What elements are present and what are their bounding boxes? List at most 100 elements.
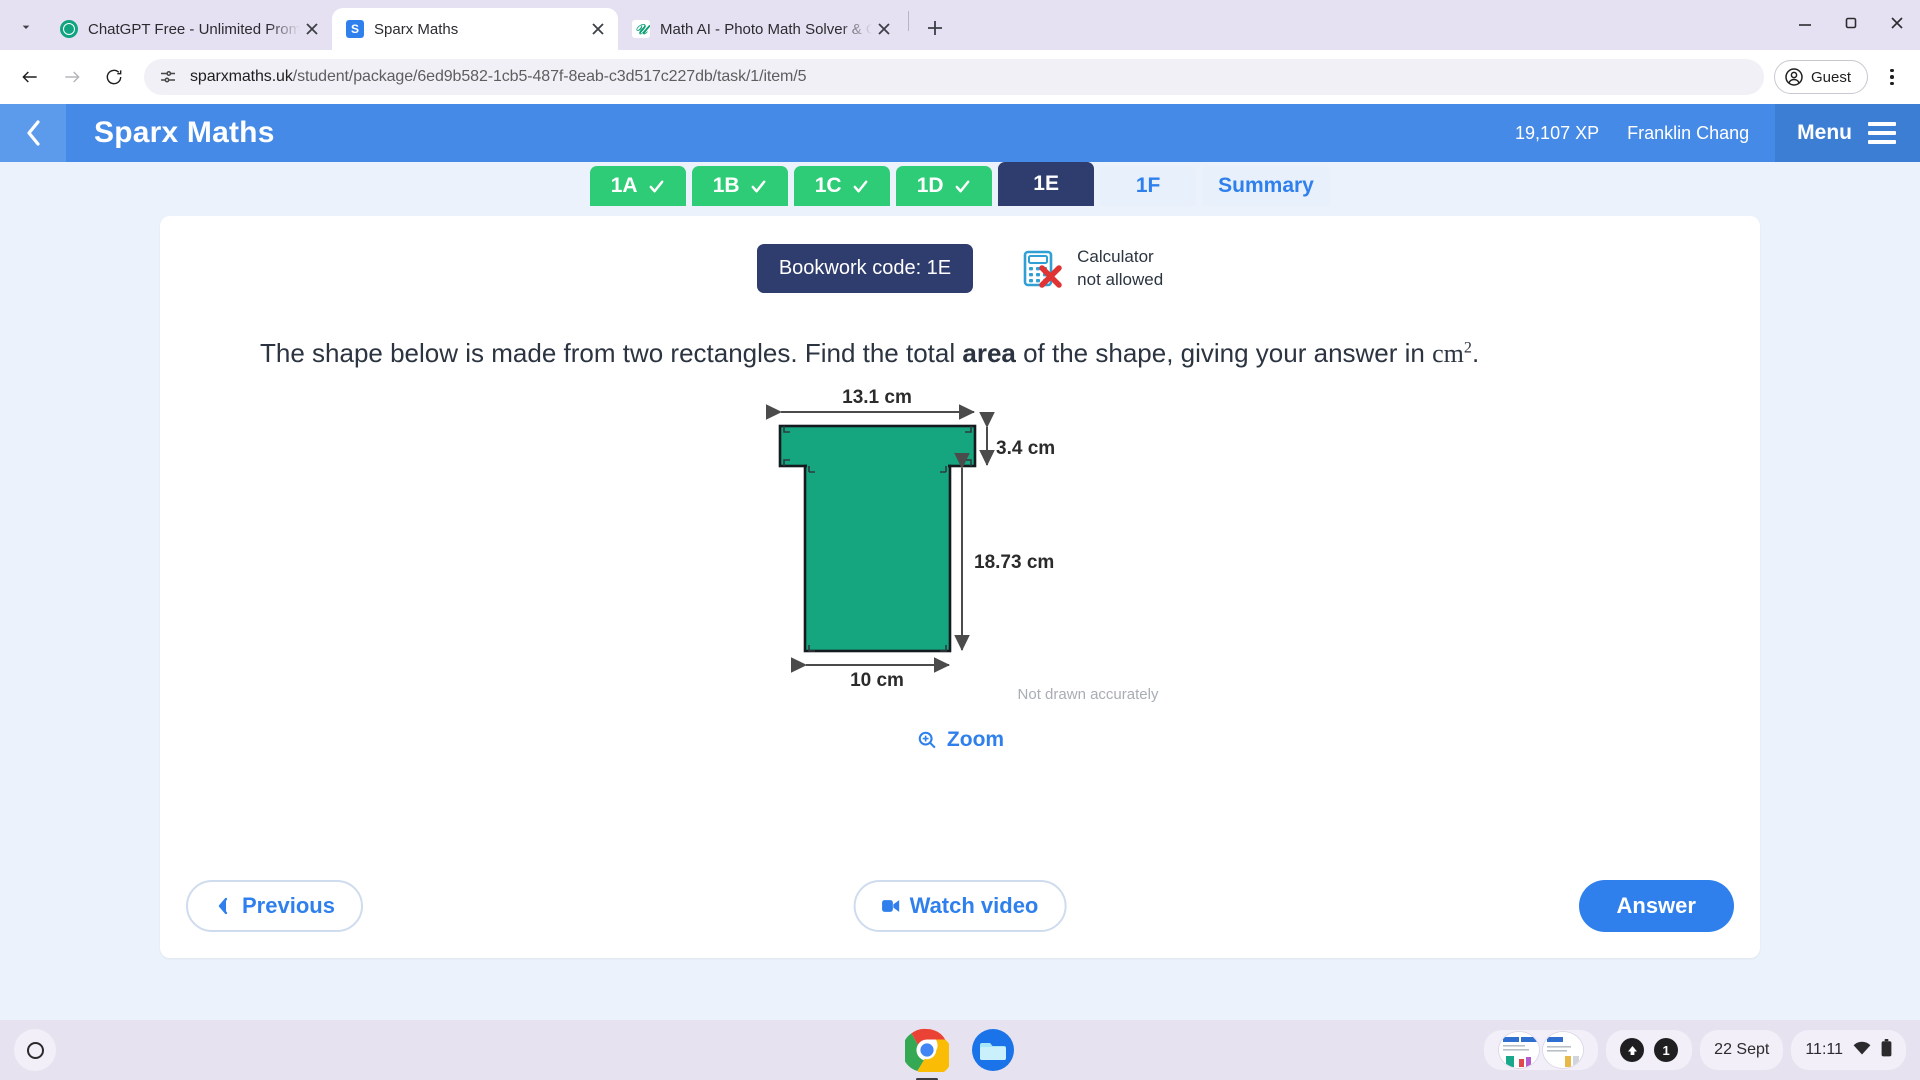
back-arrow-icon[interactable] [10, 57, 50, 97]
app-back-button[interactable] [0, 104, 66, 162]
hamburger-icon [1868, 122, 1896, 144]
tab-title: Math AI - Photo Math Solver & C [660, 20, 872, 38]
window-thumbnails[interactable] [1484, 1030, 1599, 1070]
question-text: The shape below is made from two rectang… [260, 335, 1660, 372]
task-tab-1d[interactable]: 1D [896, 166, 993, 206]
calculator-line-1: Calculator [1077, 246, 1154, 266]
zoom-button[interactable]: Zoom [916, 728, 1004, 752]
unit-exponent: 2 [1463, 339, 1472, 357]
page-title: Sparx Maths [94, 116, 275, 149]
browser-tab-math-ai[interactable]: 𝒰 Math AI - Photo Math Solver & C [618, 8, 904, 50]
url-path: /student/package/6ed9b582-1cb5-487f-8eab… [292, 68, 807, 85]
calculator-line-2: not allowed [1077, 269, 1164, 289]
chrome-icon[interactable] [902, 1028, 953, 1077]
answer-button[interactable]: Answer [1578, 880, 1734, 932]
question-text-bold: area [962, 338, 1016, 368]
calculator-note-text: Calculator not allowed [1077, 246, 1163, 292]
close-window-icon[interactable] [1874, 0, 1920, 46]
zoom-label: Zoom [946, 728, 1005, 752]
battery-icon [1881, 1038, 1892, 1062]
unit-base: cm [1432, 339, 1464, 368]
site-settings-icon[interactable] [158, 67, 178, 87]
files-icon[interactable] [971, 1028, 1015, 1072]
task-tab-label: 1E [1033, 172, 1059, 195]
minimize-icon[interactable] [1782, 0, 1828, 46]
system-tray: 1 22 Sept 11:11 [1484, 1030, 1906, 1070]
dimension-bottom-width: 10 cm [850, 670, 904, 688]
chatgpt-icon [60, 20, 78, 38]
chevron-left-icon [218, 897, 228, 915]
upload-arrow-icon[interactable] [1620, 1038, 1645, 1062]
question-text-end: . [1471, 338, 1480, 368]
bookwork-code-badge[interactable]: Bookwork code: 1E [756, 244, 974, 293]
zoom-row: Zoom [160, 728, 1760, 752]
time-label: 11:11 [1805, 1041, 1843, 1058]
task-tab-1f[interactable]: 1F [1100, 166, 1197, 206]
dimension-top-height: 3.4 cm [996, 438, 1055, 459]
profile-label: Guest [1810, 68, 1851, 86]
tray-date[interactable]: 22 Sept [1700, 1030, 1784, 1070]
previous-label: Previous [242, 893, 335, 918]
shape-diagram: 13.1 cm 3.4 cm 18.73 cm 10 cm [766, 388, 1055, 688]
menu-button[interactable]: Menu [1775, 104, 1920, 162]
tab-search-icon[interactable] [6, 7, 46, 47]
task-tab-1e[interactable]: 1E [998, 162, 1095, 206]
tray-time-status[interactable]: 11:11 [1791, 1030, 1906, 1070]
watch-video-label: Watch video [909, 893, 1039, 918]
task-tab-label: 1A [610, 174, 638, 197]
close-icon[interactable] [300, 17, 324, 41]
task-tab-1a[interactable]: 1A [590, 166, 687, 206]
figure-area: 13.1 cm 3.4 cm 18.73 cm 10 cm Not drawn … [160, 388, 1760, 718]
window-thumbnail[interactable] [1542, 1031, 1585, 1069]
task-tab-label: 1D [916, 174, 944, 197]
launcher-icon[interactable] [14, 1029, 56, 1071]
close-icon[interactable] [872, 17, 896, 41]
appbar-right: 19,107 XP Franklin Chang Menu [1515, 104, 1920, 162]
page-content: Sparx Maths 19,107 XP Franklin Chang Men… [0, 104, 1920, 1020]
window-thumbnail[interactable] [1498, 1031, 1541, 1069]
video-camera-icon [882, 900, 900, 912]
task-tab-label: 1B [712, 174, 740, 197]
user-name[interactable]: Franklin Chang [1627, 123, 1749, 144]
reload-icon[interactable] [94, 57, 134, 97]
tab-title: ChatGPT Free - Unlimited Prom [88, 20, 300, 38]
forward-arrow-icon[interactable] [52, 57, 92, 97]
task-tab-1b[interactable]: 1B [692, 166, 789, 206]
tray-status-group[interactable]: 1 [1606, 1030, 1693, 1070]
dimension-top-width: 13.1 cm [842, 388, 912, 408]
not-drawn-accurately-note: Not drawn accurately [1017, 686, 1159, 704]
maximize-icon[interactable] [1828, 0, 1874, 46]
browser-tab-chatgpt[interactable]: ChatGPT Free - Unlimited Prom [46, 8, 332, 50]
notification-count-badge[interactable]: 1 [1654, 1038, 1679, 1062]
task-tab-summary[interactable]: Summary [1202, 166, 1330, 206]
sparx-icon: S [346, 20, 364, 38]
magnifier-plus-icon [918, 732, 936, 749]
wifi-icon [1853, 1039, 1871, 1062]
question-text-part2: of the shape, giving your answer in [1015, 338, 1433, 368]
previous-button[interactable]: Previous [186, 880, 363, 932]
new-tab-button[interactable] [917, 10, 953, 46]
check-icon [751, 180, 765, 192]
close-icon[interactable] [586, 17, 610, 41]
task-tab-1c[interactable]: 1C [794, 166, 891, 206]
profile-guest-button[interactable]: Guest [1773, 60, 1868, 94]
check-icon [853, 180, 867, 192]
answer-label: Answer [1616, 893, 1696, 918]
browser-tabstrip: ChatGPT Free - Unlimited Prom S Sparx Ma… [0, 0, 1920, 50]
browser-window: ChatGPT Free - Unlimited Prom S Sparx Ma… [0, 0, 1920, 1020]
url-host: sparxmaths.uk [190, 68, 293, 85]
task-tab-label: 1F [1135, 174, 1161, 197]
calculator-not-allowed-note: Calculator not allowed [1021, 246, 1163, 292]
system-shelf: 1 22 Sept 11:11 [0, 1020, 1920, 1080]
chrome-menu-icon[interactable] [1874, 59, 1910, 95]
address-bar[interactable]: sparxmaths.uk/student/package/6ed9b582-1… [144, 59, 1764, 95]
shelf-apps [902, 1028, 1015, 1077]
watch-video-button[interactable]: Watch video [853, 880, 1067, 932]
browser-tab-sparx-maths[interactable]: S Sparx Maths [332, 8, 618, 50]
task-tab-label: 1C [814, 174, 842, 197]
task-tab-label: Summary [1218, 174, 1314, 197]
mathai-icon: 𝒰 [632, 20, 650, 38]
tab-title: Sparx Maths [374, 20, 459, 38]
question-text-part1: The shape below is made from two rectang… [260, 338, 963, 368]
check-icon [649, 180, 663, 192]
